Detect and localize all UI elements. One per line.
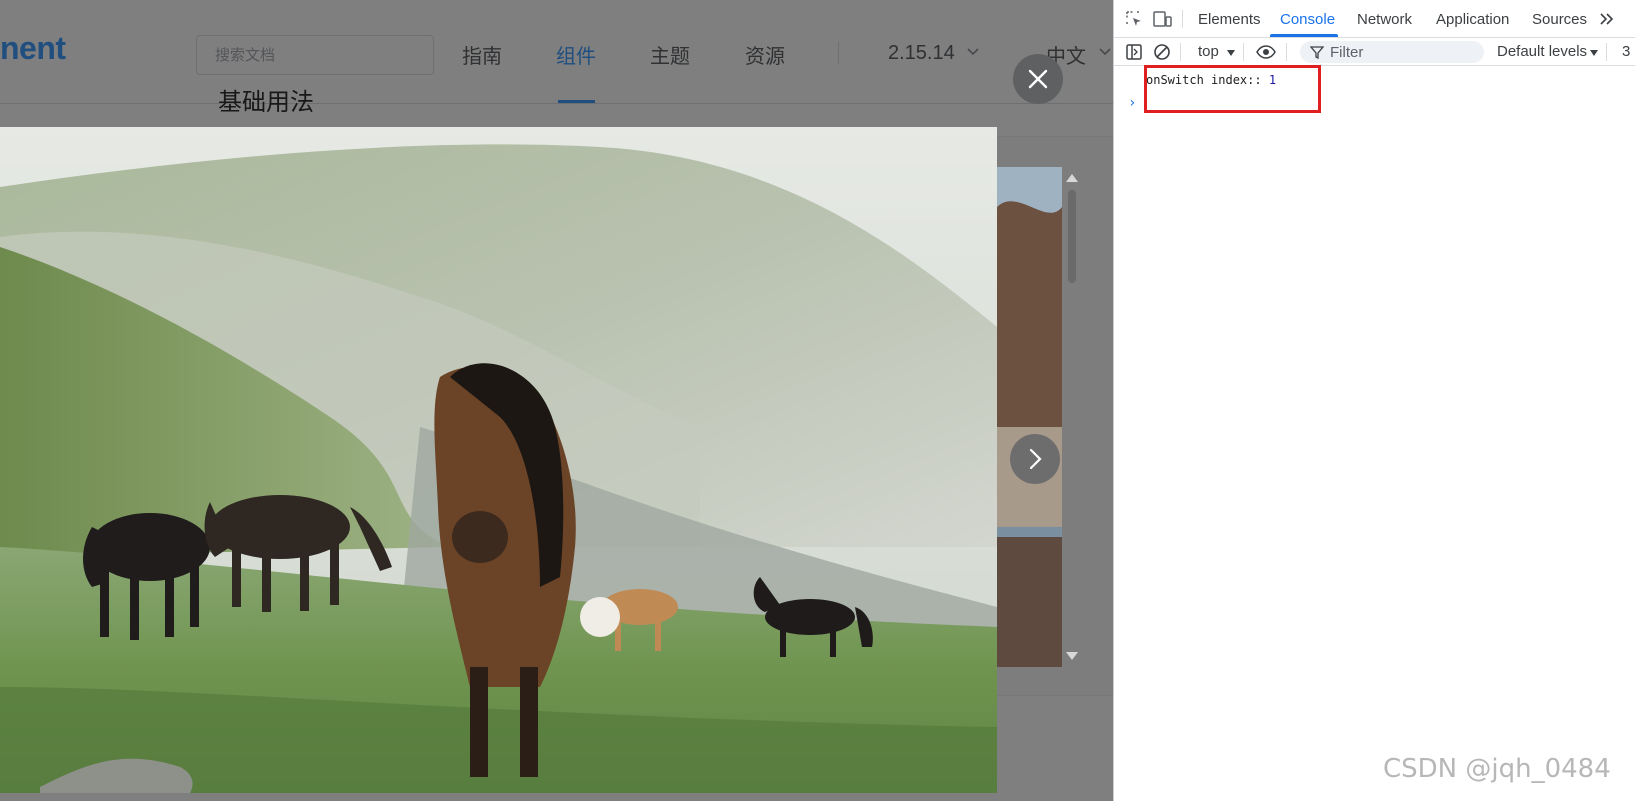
inspect-element-icon[interactable] bbox=[1124, 9, 1144, 29]
eye-icon[interactable] bbox=[1256, 42, 1276, 62]
sidebar-toggle-icon[interactable] bbox=[1124, 42, 1144, 62]
console-toolbar: top Default levels 3 bbox=[1114, 38, 1635, 66]
watermark: CSDN @jqh_0484 bbox=[1383, 754, 1611, 784]
web-page: nent 指南 组件 主题 资源 2.15.14 中文 基础用法 bbox=[0, 0, 1113, 801]
tab-elements[interactable]: Elements bbox=[1198, 11, 1261, 28]
clear-console-icon[interactable] bbox=[1152, 42, 1172, 62]
toolbar-separator bbox=[1180, 43, 1181, 61]
caret-down-icon[interactable] bbox=[1227, 50, 1235, 56]
device-toolbar-icon[interactable] bbox=[1152, 9, 1172, 29]
double-chevron-icon[interactable] bbox=[1597, 9, 1617, 29]
next-photo-thumbnail bbox=[997, 167, 1062, 667]
annotation-highlight-box bbox=[1144, 65, 1321, 113]
tab-sources[interactable]: Sources bbox=[1532, 11, 1587, 28]
close-icon bbox=[1028, 69, 1048, 89]
tab-network[interactable]: Network bbox=[1357, 11, 1412, 28]
scroll-down-arrow-icon[interactable] bbox=[1066, 652, 1078, 660]
active-tab-indicator bbox=[1270, 34, 1338, 37]
toolbar-separator bbox=[1243, 43, 1244, 61]
filter-input[interactable] bbox=[1330, 42, 1478, 62]
chevron-right-icon bbox=[1029, 448, 1042, 470]
scroll-up-arrow-icon[interactable] bbox=[1066, 174, 1078, 182]
scrollbar-thumb[interactable] bbox=[1068, 190, 1076, 283]
next-photo-preview bbox=[997, 167, 1062, 667]
caret-down-icon[interactable] bbox=[1590, 50, 1598, 56]
toolbar-separator bbox=[1606, 43, 1607, 61]
viewer-close-button[interactable] bbox=[1013, 54, 1063, 104]
viewer-image bbox=[0, 127, 997, 793]
tab-application[interactable]: Application bbox=[1436, 11, 1509, 28]
console-prompt[interactable]: › bbox=[1128, 95, 1136, 111]
filter-icon bbox=[1310, 46, 1324, 59]
filter-box[interactable] bbox=[1300, 41, 1484, 63]
toolbar-separator bbox=[1286, 43, 1287, 61]
tab-console[interactable]: Console bbox=[1280, 11, 1335, 28]
horses-photo bbox=[0, 127, 997, 793]
viewer-next-button[interactable] bbox=[1010, 434, 1060, 484]
toolbar-separator bbox=[1182, 10, 1183, 28]
devtools-tab-bar: Elements Console Network Application Sou… bbox=[1114, 0, 1635, 38]
console-output[interactable]: onSwitch index:: 1 › bbox=[1114, 65, 1635, 801]
context-selector[interactable]: top bbox=[1198, 43, 1219, 60]
log-levels-selector[interactable]: Default levels bbox=[1497, 43, 1587, 60]
issues-count[interactable]: 3 bbox=[1622, 43, 1630, 60]
devtools-panel: Elements Console Network Application Sou… bbox=[1113, 0, 1635, 801]
